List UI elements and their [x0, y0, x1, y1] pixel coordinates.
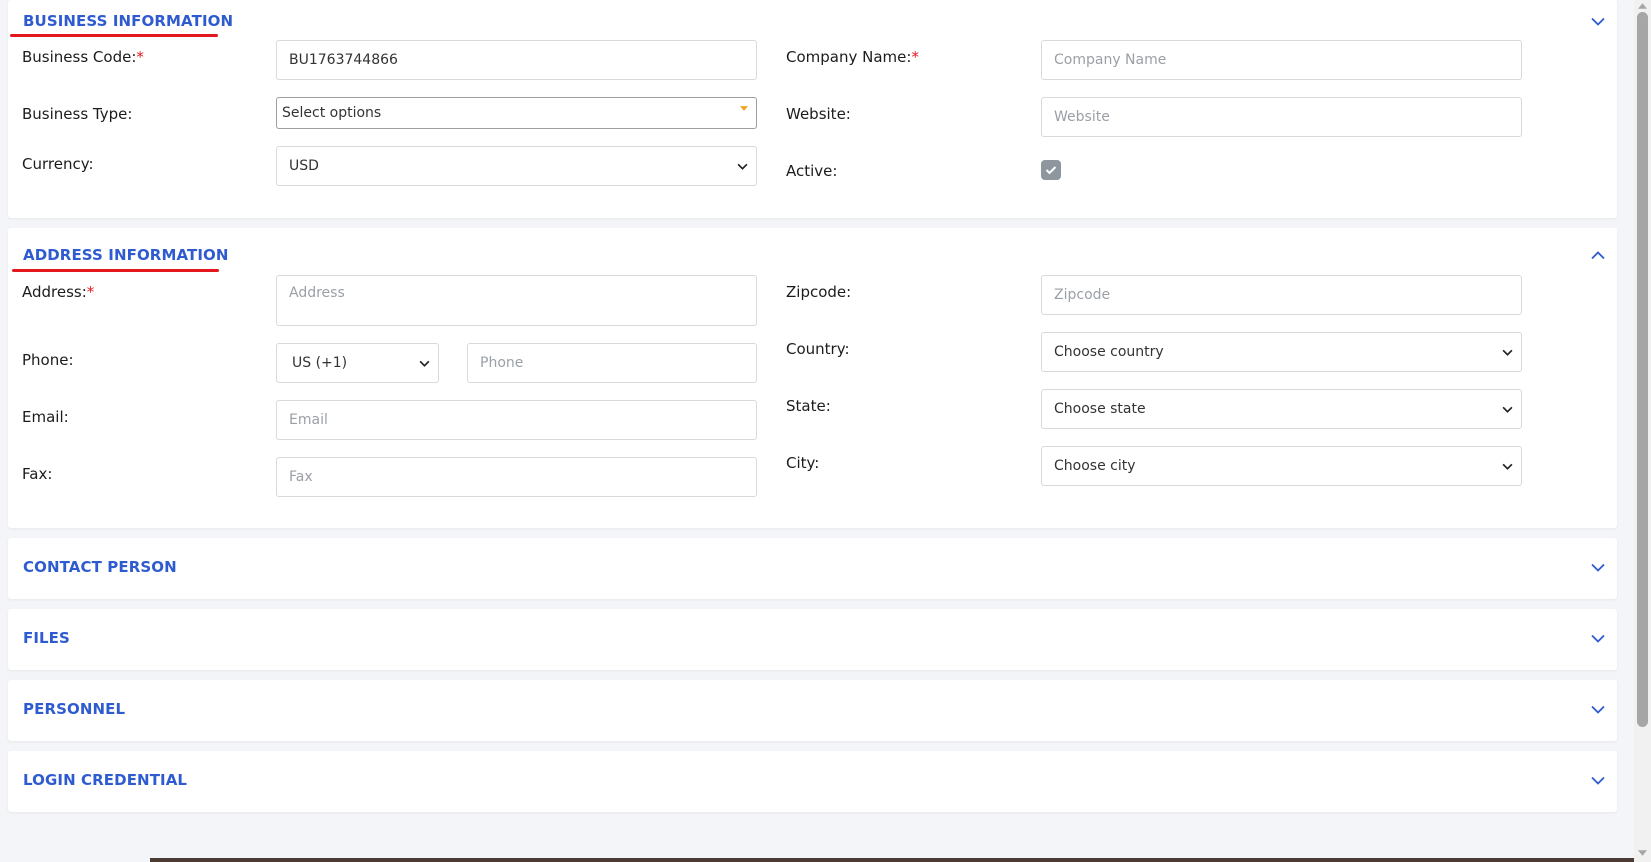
business-type-label: Business Type:	[22, 105, 133, 123]
personnel-card[interactable]: PERSONNEL	[8, 680, 1617, 741]
country-label: Country:	[786, 340, 850, 358]
phone-country-code-select[interactable]: US (+1)	[276, 343, 439, 383]
email-input[interactable]: Email	[276, 400, 757, 440]
check-icon	[1045, 166, 1057, 175]
currency-select[interactable]: USD	[276, 146, 757, 186]
chevron-down-icon	[1502, 349, 1513, 356]
chevron-down-icon[interactable]	[1591, 773, 1605, 787]
personnel-title[interactable]: PERSONNEL	[23, 700, 125, 718]
business-code-input[interactable]: BU1763744866	[276, 40, 757, 80]
website-input[interactable]: Website	[1041, 97, 1522, 137]
scrollbar-thumb[interactable]	[1637, 12, 1648, 727]
chevron-down-icon[interactable]	[1591, 631, 1605, 645]
required-marker: *	[86, 283, 95, 301]
website-label: Website:	[786, 105, 851, 123]
address-information-title[interactable]: ADDRESS INFORMATION	[23, 246, 229, 264]
caret-down-icon	[740, 106, 748, 111]
phone-input[interactable]: Phone	[467, 343, 757, 383]
business-code-label: Business Code:*	[22, 48, 144, 66]
address-information-underline	[12, 269, 219, 272]
page: BUSINESS INFORMATION Business Code:* BU1…	[0, 0, 1634, 862]
required-marker: *	[911, 48, 919, 66]
zipcode-label: Zipcode:	[786, 283, 852, 301]
chevron-down-icon	[737, 163, 748, 170]
city-select[interactable]: Choose city	[1041, 446, 1522, 486]
state-select[interactable]: Choose state	[1041, 389, 1522, 429]
files-title[interactable]: FILES	[23, 629, 70, 647]
chevron-down-icon[interactable]	[1591, 560, 1605, 574]
required-marker: *	[136, 48, 144, 66]
address-textarea[interactable]: Address	[276, 275, 757, 326]
address-label: Address:*	[22, 283, 95, 301]
address-information-card: ADDRESS INFORMATION Address:* Address Ph…	[8, 228, 1617, 528]
fax-label: Fax:	[22, 465, 53, 483]
business-information-title[interactable]: BUSINESS INFORMATION	[23, 12, 233, 30]
company-name-label: Company Name:*	[786, 48, 919, 66]
scroll-down-arrow-icon[interactable]	[1638, 850, 1647, 856]
login-credential-title[interactable]: LOGIN CREDENTIAL	[23, 771, 187, 789]
scroll-up-arrow-icon[interactable]	[1638, 3, 1647, 9]
zipcode-input[interactable]: Zipcode	[1041, 275, 1522, 315]
active-label: Active:	[786, 162, 838, 180]
vertical-scrollbar[interactable]	[1634, 0, 1651, 862]
state-label: State:	[786, 397, 831, 415]
contact-person-card[interactable]: CONTACT PERSON	[8, 538, 1617, 599]
chevron-down-icon[interactable]	[1591, 14, 1605, 28]
files-card[interactable]: FILES	[8, 609, 1617, 670]
active-checkbox[interactable]	[1041, 160, 1061, 180]
country-select[interactable]: Choose country	[1041, 332, 1522, 372]
email-label: Email:	[22, 408, 69, 426]
fax-input[interactable]: Fax	[276, 457, 757, 497]
chevron-down-icon	[419, 360, 430, 367]
phone-label: Phone:	[22, 351, 74, 369]
chevron-down-icon	[1502, 463, 1513, 470]
city-label: City:	[786, 454, 820, 472]
business-type-select[interactable]: Select options	[276, 97, 757, 129]
contact-person-title[interactable]: CONTACT PERSON	[23, 558, 177, 576]
chevron-down-icon	[1502, 406, 1513, 413]
business-information-card: BUSINESS INFORMATION Business Code:* BU1…	[8, 0, 1617, 218]
chevron-up-icon[interactable]	[1591, 248, 1605, 262]
chevron-down-icon[interactable]	[1591, 702, 1605, 716]
login-credential-card[interactable]: LOGIN CREDENTIAL	[8, 751, 1617, 812]
business-information-underline	[10, 34, 218, 37]
company-name-input[interactable]: Company Name	[1041, 40, 1522, 80]
bottom-edge-strip	[150, 858, 1634, 862]
currency-label: Currency:	[22, 155, 94, 173]
